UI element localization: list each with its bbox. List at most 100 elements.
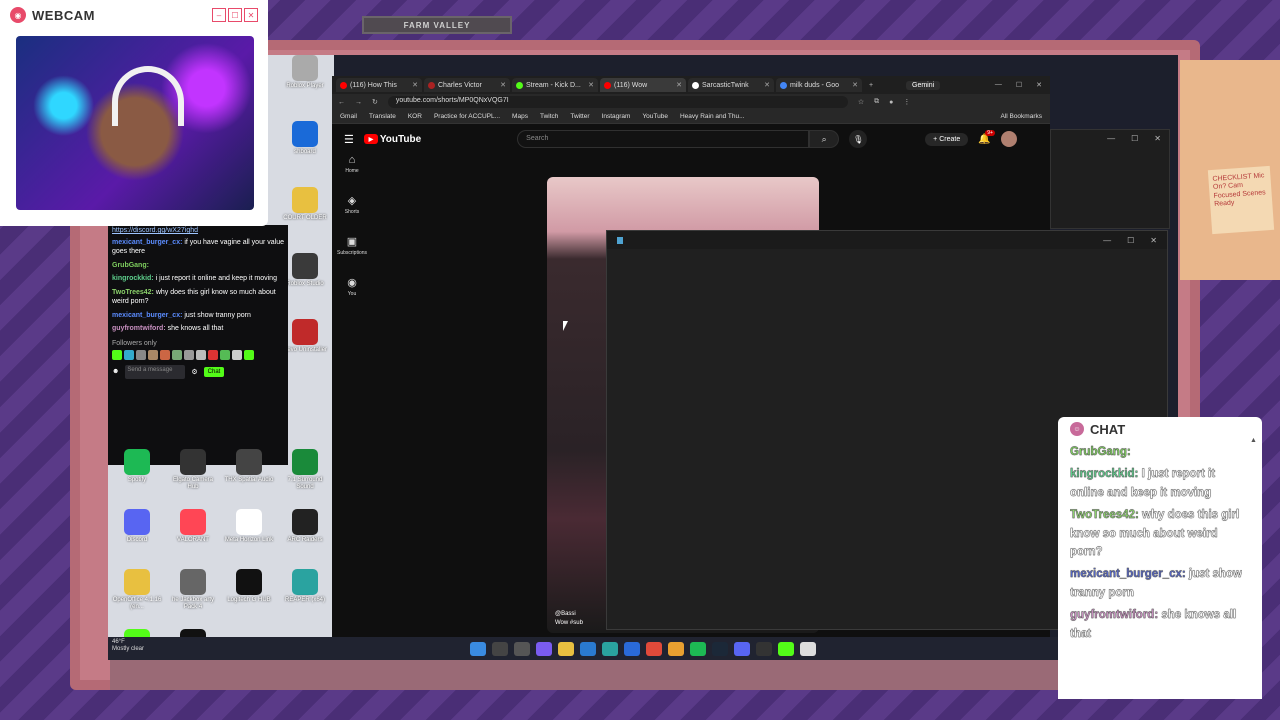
address-bar: ← → ↻ youtube.com/shorts/MP0QNxVQG7I ☆ ⧉… xyxy=(332,94,1050,110)
forward-icon[interactable]: → xyxy=(355,99,362,106)
youtube-logo[interactable]: ▶ YouTube xyxy=(363,134,421,145)
desktop-icon[interactable]: Meta Horizon Link xyxy=(224,509,274,563)
nav-item-you[interactable]: ◉ You xyxy=(332,276,372,297)
chat-username[interactable]: TwoTrees42: xyxy=(112,289,154,296)
bookmark-item[interactable]: Gmail xyxy=(340,113,357,120)
tab-close-icon[interactable]: ✕ xyxy=(412,81,418,89)
chat-username[interactable]: mexicant_burger_cx: xyxy=(112,312,182,319)
minimize-icon[interactable]: — xyxy=(1103,236,1111,245)
menu-icon[interactable]: ⋮ xyxy=(903,98,910,106)
explorer-icon[interactable] xyxy=(668,641,684,656)
bell-icon[interactable]: 🔔 9+ xyxy=(978,129,995,145)
desktop-icon[interactable]: Logitech G HUB xyxy=(224,569,274,623)
chat-username[interactable]: mexicant_burger_cx: xyxy=(112,239,182,246)
search-icon[interactable]: ⌕ xyxy=(809,130,840,148)
new-tab-button[interactable]: + xyxy=(864,82,878,89)
close-icon[interactable]: ✕ xyxy=(1150,236,1157,245)
steam-icon[interactable] xyxy=(712,641,728,656)
desktop-icon[interactable]: ARC Raiders xyxy=(280,509,330,563)
bookmark-item[interactable]: Twitter xyxy=(570,113,589,120)
tab-close-icon[interactable]: ✕ xyxy=(676,81,682,89)
chat-username[interactable]: kingrockkid: xyxy=(112,275,154,282)
search-input[interactable]: Search xyxy=(517,130,810,148)
tab-close-icon[interactable]: ✕ xyxy=(500,81,506,89)
desktop-icon[interactable]: Roblox Player xyxy=(280,55,330,109)
spotify-icon[interactable] xyxy=(690,641,706,656)
search-icon[interactable] xyxy=(492,641,508,656)
taskview-icon[interactable] xyxy=(514,641,530,656)
desktop-icon[interactable]: Discord xyxy=(112,509,162,563)
avatar[interactable] xyxy=(1000,131,1017,147)
bookmark-item[interactable]: Twitch xyxy=(540,113,558,120)
desktop-icon[interactable]: 7.1 Surround Sound xyxy=(280,449,330,503)
desktop-icon[interactable]: Spotify xyxy=(112,449,162,503)
browser-tab[interactable]: (116) How This ✕ xyxy=(336,78,422,92)
bookmark-item[interactable]: Maps xyxy=(512,113,528,120)
desk-shelf xyxy=(110,660,1070,690)
desktop-icon[interactable]: Elgato Camera Hub xyxy=(168,449,218,503)
browser-tab[interactable]: SarcasticTwink ✕ xyxy=(688,78,774,92)
url-field[interactable]: youtube.com/shorts/MP0QNxVQG7I xyxy=(387,96,848,108)
emote-picker-icon[interactable]: ☻ xyxy=(112,368,119,375)
desktop-icon[interactable]: VALORANT xyxy=(168,509,218,563)
bookmark-item[interactable]: Heavy Rain and Thu... xyxy=(680,113,745,120)
weather-widget[interactable]: 46°F Mostly clear xyxy=(112,639,144,653)
browser-tab[interactable]: Charles Victor ✕ xyxy=(424,78,510,92)
desktop-icon[interactable]: THX Spatial Audio xyxy=(224,449,274,503)
minimize-icon[interactable]: — xyxy=(1107,134,1115,143)
mail-icon[interactable] xyxy=(624,641,640,656)
create-button[interactable]: + Create xyxy=(925,132,969,146)
obs-icon[interactable] xyxy=(756,641,772,656)
discord-link[interactable]: https://discord.gg/wX27ighd xyxy=(112,227,284,234)
start-icon[interactable] xyxy=(470,641,486,656)
close-icon[interactable]: ✕ xyxy=(1036,81,1042,89)
gear-icon[interactable]: ⚙ xyxy=(191,368,197,376)
store-icon[interactable] xyxy=(580,641,596,656)
profile-icon[interactable]: ● xyxy=(889,99,893,106)
tab-close-icon[interactable]: ✕ xyxy=(852,81,858,89)
bookmark-item[interactable]: KOR xyxy=(408,113,422,120)
desktop-icon[interactable]: REAPER (x64) xyxy=(280,569,330,623)
shorts-channel[interactable]: @Bassi xyxy=(555,610,583,620)
browser-tab[interactable]: (116) Wow ✕ xyxy=(600,78,686,92)
gemini-button[interactable]: Gemini xyxy=(906,80,941,90)
close-icon[interactable]: ✕ xyxy=(1154,134,1161,143)
kick-icon[interactable] xyxy=(778,641,794,656)
extensions-icon[interactable]: ⧉ xyxy=(874,98,879,106)
chat-username: mexicant_burger_cx: xyxy=(1070,568,1186,581)
bookmark-item[interactable]: YouTube xyxy=(642,113,668,120)
minimize-icon[interactable]: — xyxy=(995,81,1002,89)
nav-item-shorts[interactable]: ◈ Shorts xyxy=(332,194,372,215)
twitch-chat-input[interactable]: Send a message xyxy=(125,364,186,379)
desktop-icon[interactable]: he Jackbox arty Pack 4 xyxy=(168,569,218,623)
browser-tab[interactable]: milk duds - Goo ✕ xyxy=(776,78,862,92)
all-bookmarks[interactable]: All Bookmarks xyxy=(1000,113,1042,120)
chat-send-button[interactable]: Chat xyxy=(203,366,225,377)
chat-username[interactable]: guyfromtwiford: xyxy=(112,325,166,332)
desktop-icon[interactable]: OpenOffice 4.1.16 (en... xyxy=(112,569,162,623)
back-icon[interactable]: ← xyxy=(338,99,345,106)
browser-tab[interactable]: Stream - Kick D... ✕ xyxy=(512,78,598,92)
reload-icon[interactable]: ↻ xyxy=(372,98,378,106)
chat-username[interactable]: GrubGang: xyxy=(112,262,149,269)
copilot-icon[interactable] xyxy=(536,641,552,656)
mic-icon[interactable]: 🎙 xyxy=(849,130,868,148)
maximize-icon[interactable]: ☐ xyxy=(1127,236,1134,245)
maximize-icon[interactable]: ☐ xyxy=(1016,81,1022,89)
bookmark-item[interactable]: Instagram xyxy=(602,113,631,120)
maximize-icon[interactable]: ☐ xyxy=(1131,134,1138,143)
tab-close-icon[interactable]: ✕ xyxy=(764,81,770,89)
chrome-icon[interactable] xyxy=(646,641,662,656)
discord-icon[interactable] xyxy=(734,641,750,656)
nav-item-home[interactable]: ⌂ Home xyxy=(332,154,372,174)
desktop-icon[interactable]: shboard xyxy=(280,121,330,175)
hamburger-icon[interactable]: ☰ xyxy=(344,133,354,146)
bookmark-item[interactable]: Translate xyxy=(369,113,396,120)
bookmark-star-icon[interactable]: ☆ xyxy=(858,98,864,106)
tab-close-icon[interactable]: ✕ xyxy=(588,81,594,89)
bookmark-item[interactable]: Practice for ACCUPL... xyxy=(434,113,500,120)
edge-icon[interactable] xyxy=(602,641,618,656)
app-icon[interactable] xyxy=(800,641,816,656)
nav-item-subscriptions[interactable]: ▣ Subscriptions xyxy=(332,235,372,256)
folder-icon[interactable] xyxy=(558,641,574,656)
